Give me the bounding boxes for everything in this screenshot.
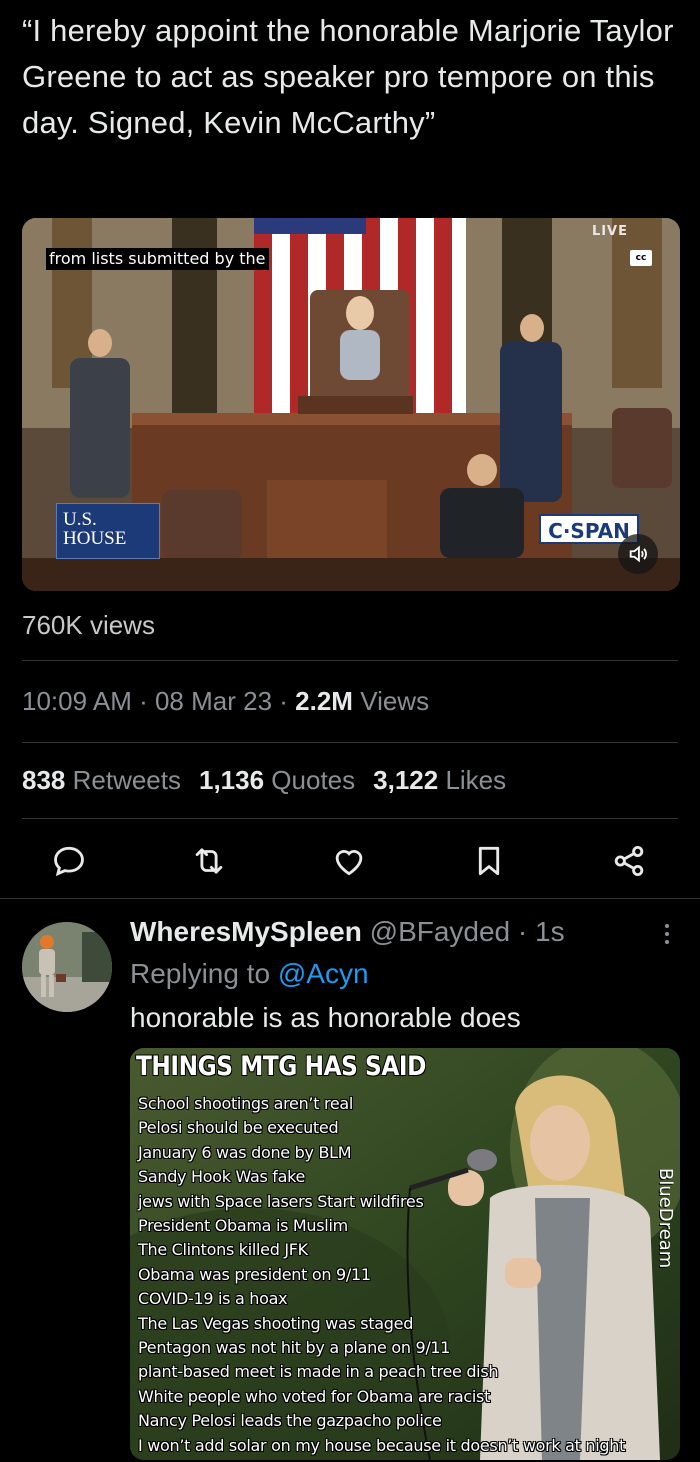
reply-author-handle: @BFayded · 1s [361,916,565,947]
retweets-count: 838 [22,765,66,795]
meme-list-item: COVID-19 is a hoax [138,1289,288,1309]
video-view-count: 760K views [22,610,155,640]
meme-list-item: jews with Space lasers Start wildfires [138,1191,424,1211]
views-count: 2.2M [295,686,353,716]
meme-title: THINGS MTG HAS SAID [136,1051,426,1082]
meme-list-item: January 6 was done by BLM [138,1142,352,1162]
likes-count: 3,122 [373,765,439,795]
meta-separator: · [131,686,155,716]
tweet-action-bar [0,836,700,886]
meme-list-item: Sandy Hook Was fake [138,1167,306,1187]
quotes-stat[interactable]: 1,136 Quotes [199,765,355,795]
reply-icon[interactable] [50,842,88,880]
like-icon[interactable] [330,842,368,880]
house-logo-line1: U.S. [63,509,97,530]
meme-list-item: Nancy Pelosi leads the gazpacho police [138,1411,442,1431]
mention-link[interactable]: @Acyn [278,958,369,989]
reply-text: honorable is as honorable does [130,1002,521,1033]
meme-list-item: The Las Vegas shooting was staged [138,1313,414,1333]
live-label: LIVE [591,224,628,239]
tweet-text: “I hereby appoint the honorable Marjorie… [22,13,674,140]
retweet-icon[interactable] [190,842,228,880]
meme-list-item: Pelosi should be executed [138,1118,339,1138]
us-house-logo: U.S. HOUSE [56,503,160,559]
reply-image[interactable]: THINGS MTG HAS SAID School shootings are… [130,1048,680,1460]
meme-list-item: Pentagon was not hit by a plane on 9/11 [138,1338,451,1358]
divider [22,660,678,661]
meme-list: School shootings aren’t real Pelosi shou… [138,1092,680,1458]
bookmark-icon[interactable] [470,842,508,880]
avatar[interactable] [22,922,112,1012]
replying-prefix: Replying to [130,958,278,989]
reply-author-name[interactable]: WheresMySpleen [130,916,362,947]
tweet-stats: 838 Retweets 1,136 Quotes 3,122 Likes [22,765,506,796]
likes-stat[interactable]: 3,122 Likes [373,765,506,795]
meme-list-item: Obama was president on 9/11 [138,1264,371,1284]
house-logo-line2: HOUSE [63,528,127,549]
meme-list-item: plant-based meet is made in a peach tree… [138,1362,499,1382]
more-options-icon[interactable] [660,920,674,948]
share-icon[interactable] [610,842,648,880]
reply-header: WheresMySpleen @BFayded · 1s [130,916,565,948]
retweets-stat[interactable]: 838 Retweets [22,765,181,795]
meme-list-item: I won’t add solar on my house because it… [138,1435,626,1455]
divider [22,818,678,819]
views-label: Views [352,686,430,716]
video-caption: from lists submitted by the [46,248,269,270]
meta-separator: · [272,686,296,716]
volume-icon[interactable] [618,534,658,574]
retweets-label: Retweets [65,765,181,795]
meme-list-item: President Obama is Muslim [138,1216,348,1236]
tweet-date: 08 Mar 23 [154,686,273,716]
likes-label: Likes [438,765,507,795]
replying-to: Replying to @Acyn [130,958,369,990]
divider [22,742,678,743]
meme-list-item: White people who voted for Obama are rac… [138,1386,491,1406]
meme-list-item: The Clintons killed JFK [138,1240,308,1260]
meme-list-item: School shootings aren’t real [138,1094,354,1113]
meme-watermark: BlueDream [655,1168,676,1269]
quotes-count: 1,136 [199,765,265,795]
quotes-label: Quotes [264,765,356,795]
tweet-meta: 10:09 AM · 08 Mar 23 · 2.2M Views [22,686,429,717]
tweet-time: 10:09 AM [22,686,132,716]
section-divider [0,898,700,899]
closed-captions-icon[interactable]: cc [630,250,652,266]
video-player[interactable]: from lists submitted by the LIVE cc U.S.… [22,218,680,591]
